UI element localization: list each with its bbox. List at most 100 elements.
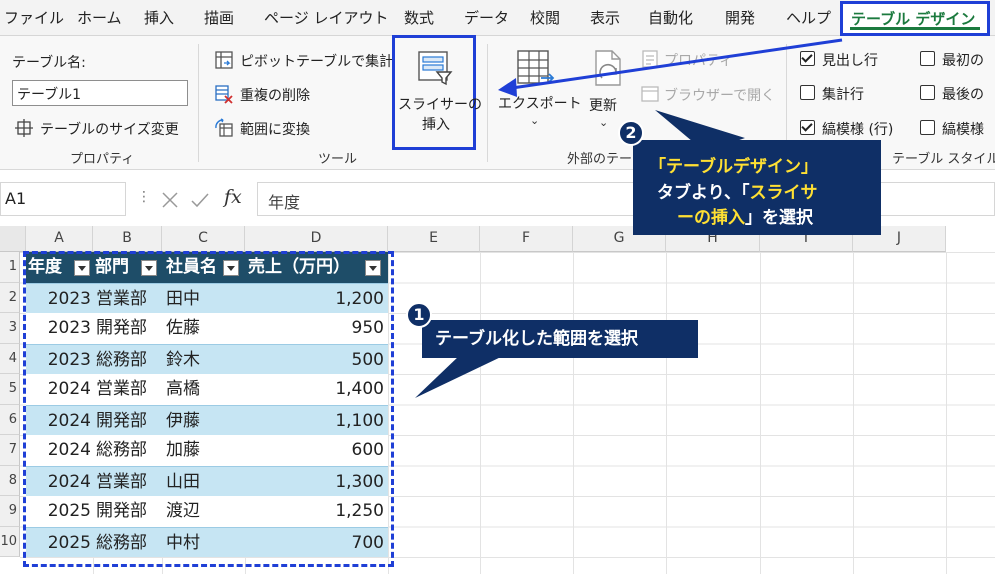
- grid-line: [946, 252, 947, 574]
- group-label-table-style-options: テーブル スタイル: [892, 152, 995, 167]
- group-label-properties: プロパティ: [70, 152, 135, 167]
- step2-line3: ーの挿入」を選択: [677, 203, 813, 228]
- row-header-3[interactable]: 3: [0, 313, 20, 344]
- remove-duplicates-button[interactable]: 重複の削除: [240, 85, 310, 105]
- grid-line: [573, 252, 574, 574]
- last-column-checkbox[interactable]: [920, 85, 935, 100]
- excel-window: { "menu": { "items": ["ファイル","ホーム","挿入",…: [0, 0, 995, 574]
- total-row-checkbox[interactable]: [800, 85, 815, 100]
- insert-slicer-button[interactable]: スライサーの 挿入: [392, 35, 482, 150]
- column-header-C[interactable]: C: [162, 226, 245, 252]
- step2-line2: タブより、「スライサ: [657, 178, 817, 203]
- row-header-10[interactable]: 10: [0, 526, 20, 557]
- row-header-1[interactable]: 1: [0, 252, 20, 283]
- first-column-checkbox[interactable]: [920, 51, 935, 66]
- table-name-label: テーブル名:: [12, 55, 86, 71]
- slicer-icon: [418, 51, 453, 86]
- menu-formulas[interactable]: 数式: [404, 7, 434, 28]
- row-header-9[interactable]: 9: [0, 496, 20, 527]
- menu-help[interactable]: ヘルプ: [786, 7, 831, 28]
- row-header-7[interactable]: 7: [0, 435, 20, 466]
- select-all-corner[interactable]: [0, 226, 26, 252]
- column-header-D[interactable]: D: [245, 226, 388, 252]
- grid-line: [666, 252, 667, 574]
- step2-line2-text: タブより、「: [657, 183, 750, 203]
- row-header-6[interactable]: 6: [0, 404, 20, 435]
- open-in-browser-button[interactable]: ブラウザーで開く: [664, 85, 775, 105]
- column-header-A[interactable]: A: [26, 226, 93, 252]
- resize-table-button[interactable]: テーブルのサイズ変更: [40, 119, 179, 139]
- export-icon: [517, 50, 555, 84]
- properties-button[interactable]: プロパティ: [664, 50, 733, 70]
- ribbon-separator: [487, 44, 488, 162]
- grid-line: [853, 252, 854, 574]
- menu-view[interactable]: 表示: [590, 7, 620, 28]
- convert-to-range-icon: [215, 118, 233, 137]
- header-row-label: 見出し行: [822, 53, 878, 69]
- insert-function-button[interactable]: fx: [224, 186, 242, 208]
- column-header-E[interactable]: E: [388, 226, 480, 252]
- menu-developer[interactable]: 開発: [725, 7, 755, 28]
- step2-line3-highlight: ーの挿入: [677, 208, 745, 228]
- step2-line2-highlight: スライサ: [749, 183, 818, 203]
- table-name-input[interactable]: テーブル1: [12, 80, 188, 106]
- insert-slicer-label-line1: スライサーの: [398, 97, 482, 113]
- row-header-8[interactable]: 8: [0, 465, 20, 496]
- banded-columns-checkbox[interactable]: [920, 120, 935, 135]
- remove-duplicates-icon: [215, 85, 233, 104]
- first-column-label: 最初の: [942, 53, 984, 69]
- total-row-label: 集計行: [822, 87, 864, 103]
- last-column-label: 最後の: [942, 87, 984, 103]
- step1-callout: テーブル化した範囲を選択: [422, 320, 698, 358]
- pivot-table-icon: [215, 51, 233, 69]
- export-button[interactable]: エクスポート: [498, 93, 582, 113]
- cancel-icon[interactable]: [160, 190, 180, 210]
- active-tab-underline: [850, 27, 980, 30]
- menu-data[interactable]: データ: [464, 7, 509, 28]
- refresh-button[interactable]: 更新: [589, 95, 617, 115]
- confirm-icon[interactable]: [190, 190, 210, 210]
- banded-rows-label: 縞模様 (行): [822, 122, 894, 138]
- ribbon-separator: [198, 44, 199, 162]
- row-header-5[interactable]: 5: [0, 374, 20, 405]
- step2-line3-text: 」を選択: [745, 208, 813, 228]
- menu-automate[interactable]: 自動化: [648, 7, 693, 28]
- tab-table-design-label: テーブル デザイン: [851, 10, 976, 28]
- step1-badge: 1: [406, 302, 432, 328]
- step2-callout: 「テーブルデザイン」 タブより、「スライサ ーの挿入」を選択: [633, 140, 881, 235]
- menu-draw[interactable]: 描画: [204, 7, 234, 28]
- name-box[interactable]: A1: [0, 182, 126, 216]
- chevron-down-icon: ⌄: [599, 116, 609, 129]
- menu-page-layout[interactable]: ページ レイアウト: [264, 7, 388, 28]
- group-label-external-data: 外部のテー: [567, 152, 633, 167]
- formula-input[interactable]: 年度: [257, 182, 995, 216]
- row-header-4[interactable]: 4: [0, 343, 20, 374]
- menu-file[interactable]: ファイル: [4, 7, 64, 28]
- open-in-browser-icon: [641, 86, 659, 102]
- step2-badge: 2: [618, 120, 644, 146]
- row-header-2[interactable]: 2: [0, 282, 20, 313]
- convert-to-range-button[interactable]: 範囲に変換: [240, 119, 310, 139]
- chevron-down-icon: ⌄: [530, 114, 540, 127]
- column-header-B[interactable]: B: [93, 226, 162, 252]
- menu-insert[interactable]: 挿入: [144, 7, 174, 28]
- menu-home[interactable]: ホーム: [77, 7, 122, 28]
- pivot-summarize-button[interactable]: ピボットテーブルで集計: [240, 51, 393, 71]
- tab-table-design[interactable]: テーブル デザイン: [840, 1, 990, 36]
- column-header-F[interactable]: F: [480, 226, 573, 252]
- header-row-checkbox[interactable]: [800, 51, 815, 66]
- table-selection-highlight: [23, 251, 394, 567]
- group-label-tools: ツール: [318, 152, 358, 167]
- properties-icon: [642, 50, 658, 68]
- step2-line1: 「テーブルデザイン」: [649, 157, 818, 177]
- grid-line: [760, 252, 761, 574]
- grid-line: [480, 252, 481, 574]
- banded-columns-label: 縞模様: [942, 122, 984, 138]
- refresh-icon: [595, 50, 621, 86]
- menu-review[interactable]: 校閲: [530, 7, 560, 28]
- insert-slicer-label-line2: 挿入: [422, 117, 450, 133]
- more-options-icon[interactable]: ⋮: [137, 189, 151, 205]
- banded-rows-checkbox[interactable]: [800, 120, 815, 135]
- resize-table-icon: [15, 119, 33, 137]
- menu-bar: ファイル ホーム 挿入 描画 ページ レイアウト 数式 データ 校閲 表示 自動…: [0, 0, 995, 36]
